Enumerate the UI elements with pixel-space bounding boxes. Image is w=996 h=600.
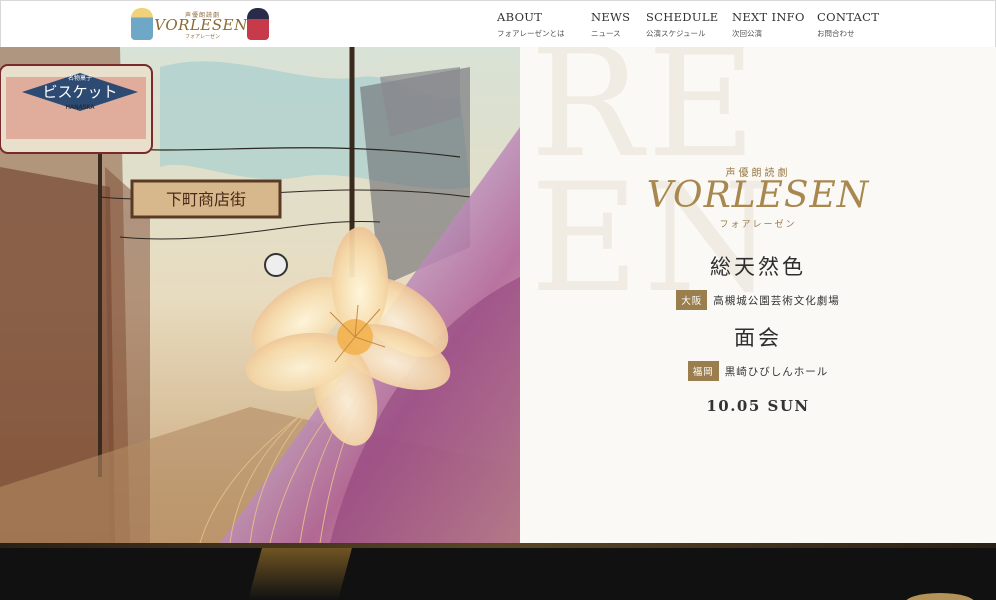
performance-date: 10.05 SUN	[706, 397, 810, 415]
next-section-band	[0, 543, 996, 600]
city-badge-fukuoka: 福岡	[687, 361, 719, 381]
nav-next-info-sublabel: 次回公演	[732, 29, 762, 38]
nav-schedule-label: SCHEDULE	[646, 10, 719, 24]
brand-kana: フォアレーゼン	[719, 220, 797, 230]
nav-news-label: NEWS	[591, 10, 631, 24]
nav-news[interactable]: NEWS ニュース	[591, 10, 630, 39]
nav-next-info[interactable]: NEXT INFO 次回公演	[732, 10, 805, 39]
nav-contact-sublabel: お問合わせ	[817, 29, 855, 38]
nav-about-sublabel: フォアレーゼンとは	[497, 29, 565, 38]
brand-wordmark: VORLESEN	[646, 175, 870, 216]
hero-section: ビスケット 名物菓子 HANASKA 下町商店街 RE EN 声優朗読劇 VOR…	[0, 47, 996, 543]
nav-about[interactable]: ABOUT フォアレーゼンとは	[497, 10, 565, 39]
main-nav: ABOUT フォアレーゼンとは NEWS ニュース SCHEDULE 公演スケジ…	[1, 10, 996, 40]
performance-title-1: 総天然色	[710, 255, 806, 279]
city-badge-osaka: 大阪	[676, 290, 708, 310]
key-visual-illustration: ビスケット 名物菓子 HANASKA 下町商店街	[0, 47, 520, 543]
nav-schedule[interactable]: SCHEDULE 公演スケジュール	[646, 10, 718, 39]
shop-sign: ビスケット 名物菓子 HANASKA	[0, 64, 153, 154]
nav-contact[interactable]: CONTACT お問合わせ	[817, 10, 879, 39]
nav-about-label: ABOUT	[497, 10, 543, 24]
gold-disc-decoration	[905, 593, 975, 600]
nav-next-info-label: NEXT INFO	[732, 10, 805, 24]
venue-name-2: 黒崎ひびしんホール	[724, 366, 829, 378]
performance-title-2: 面会	[734, 326, 782, 350]
shop-sign-subtext: HANASKA	[66, 104, 96, 111]
performance-venue-1: 大阪 高槻城公園芸術文化劇場	[520, 290, 996, 310]
hero-artwork: ビスケット 名物菓子 HANASKA 下町商店街	[0, 47, 520, 543]
performance-venue-2: 福岡 黒崎ひびしんホール	[520, 361, 996, 381]
venue-name-1: 高槻城公園芸術文化劇場	[713, 295, 840, 307]
spotlight-beam	[248, 548, 352, 600]
shop-sign-text: ビスケット	[42, 83, 117, 101]
street-sign-text: 下町商店街	[166, 190, 246, 209]
street-sign: 下町商店街	[130, 179, 282, 219]
event-info-panel: RE EN 声優朗読劇 VORLESEN フォアレーゼン 総天然色 大阪 高槻城公園…	[520, 47, 996, 543]
nav-news-sublabel: ニュース	[591, 29, 621, 38]
shop-sign-top-text: 名物菓子	[68, 74, 92, 82]
nav-schedule-sublabel: 公演スケジュール	[646, 29, 706, 38]
nav-contact-label: CONTACT	[817, 10, 880, 24]
site-header: 声優朗読劇 VORLESEN フォアレーゼン ABOUT フォアレーゼンとは N…	[0, 0, 996, 47]
